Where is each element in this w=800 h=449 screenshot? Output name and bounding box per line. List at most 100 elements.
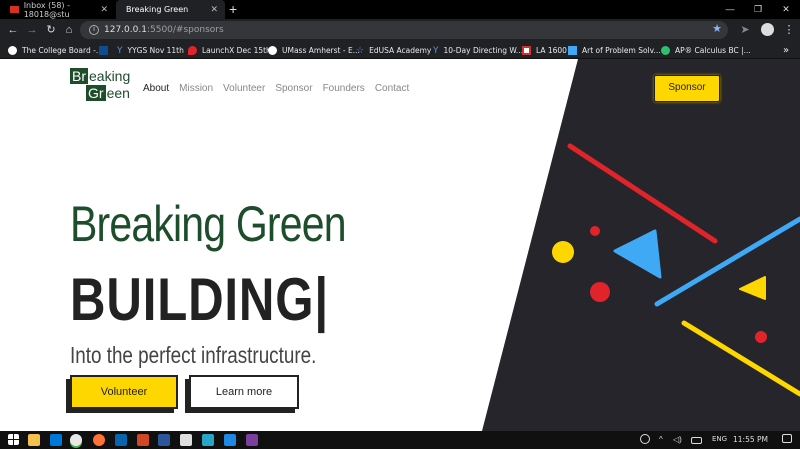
- hero-typed-word: BUILDING|: [70, 266, 329, 333]
- hero-subtitle: Into the perfect infrastructure.: [70, 342, 317, 368]
- file-explorer-icon[interactable]: [28, 434, 40, 446]
- browser-tab-bar: Inbox (58) - 18018@stu ✕ Breaking Green …: [0, 0, 800, 19]
- nav-mission[interactable]: Mission: [179, 83, 213, 94]
- learn-more-button[interactable]: Learn more: [189, 375, 299, 409]
- nav-contact[interactable]: Contact: [375, 83, 409, 94]
- bookmark-label: 10-Day Directing W...: [443, 45, 524, 55]
- gmail-icon: [10, 6, 19, 13]
- bookmark-launchx[interactable]: LaunchX Dec 15th: [188, 41, 271, 59]
- yale-y-icon: Y: [433, 45, 439, 56]
- nav-about[interactable]: About: [143, 83, 169, 94]
- bookmark-label: YYGS Nov 11th: [127, 45, 184, 55]
- back-arrow-icon[interactable]: ←: [5, 22, 21, 38]
- bookmark-edusa[interactable]: ☆ EdUSA Academy: [356, 41, 431, 59]
- chrome-icon[interactable]: [70, 434, 82, 446]
- reload-icon[interactable]: ↻: [43, 22, 59, 38]
- bookmark-college-board[interactable]: The College Board -...: [8, 41, 103, 59]
- home-icon[interactable]: ⌂: [61, 22, 77, 38]
- url-path: :5500/#sponsors: [146, 25, 224, 35]
- umass-icon: [268, 45, 277, 55]
- nav-sponsor[interactable]: Sponsor: [275, 83, 312, 94]
- windows-start-icon[interactable]: [8, 434, 19, 445]
- bookmark-label: EdUSA Academy: [369, 45, 432, 55]
- bookmark-directing[interactable]: Y 10-Day Directing W...: [433, 41, 523, 59]
- red-dot-right: [755, 331, 767, 343]
- restore-icon[interactable]: ❐: [744, 0, 772, 19]
- site-logo[interactable]: Br eaking Gr een: [70, 68, 132, 102]
- nav-founders[interactable]: Founders: [323, 83, 365, 94]
- logo-text: eaking: [89, 68, 131, 84]
- maple-icon[interactable]: [202, 434, 214, 446]
- bookmark-label: UMass Amherst - E...: [282, 45, 360, 55]
- yale-y-icon: Y: [117, 45, 123, 56]
- college-board-icon: [8, 45, 17, 55]
- logo-text: een: [106, 85, 130, 101]
- info-icon[interactable]: i: [89, 25, 99, 35]
- logo-line-2: Gr een: [86, 85, 130, 101]
- minimize-icon[interactable]: —: [716, 0, 744, 19]
- bookmark-label: Art of Problem Solv...: [582, 45, 661, 55]
- small-red-dot: [590, 226, 600, 236]
- send-icon[interactable]: ➤: [737, 22, 753, 38]
- tab-label: Breaking Green: [126, 5, 189, 14]
- photos-icon[interactable]: [180, 434, 192, 446]
- volume-icon[interactable]: ◁): [673, 434, 685, 446]
- bookmark-yygs[interactable]: Y YYGS Nov 11th: [117, 41, 184, 59]
- site-nav: About Mission Volunteer Sponsor Founders…: [143, 83, 409, 94]
- sponsor-button[interactable]: Sponsor: [654, 75, 720, 102]
- chevron-up-icon[interactable]: ^: [659, 434, 671, 446]
- bookmark-label: The College Board -...: [22, 45, 103, 55]
- app-icon[interactable]: [246, 434, 258, 446]
- bookmark-ap-calc[interactable]: AP® Calculus BC |...: [661, 41, 751, 59]
- tab-breaking-green[interactable]: Breaking Green ✕: [116, 0, 225, 19]
- address-bar[interactable]: i 127.0.0.1:5500/#sponsors ★: [80, 21, 728, 39]
- bookmark-la1600[interactable]: LA 1600: [522, 41, 567, 59]
- tab-inbox[interactable]: Inbox (58) - 18018@stu ✕: [0, 0, 115, 19]
- nav-volunteer[interactable]: Volunteer: [223, 83, 265, 94]
- logo-element-box: Gr: [86, 85, 106, 101]
- url-text[interactable]: 127.0.0.1:5500/#sponsors: [104, 25, 224, 35]
- store-icon[interactable]: [50, 434, 62, 446]
- menu-kebab-icon[interactable]: ⋮: [781, 22, 797, 38]
- map-pin-icon: [188, 45, 197, 55]
- la1600-icon: [522, 45, 531, 55]
- bookmark-label: LA 1600: [536, 45, 567, 55]
- yale-icon: [99, 45, 108, 55]
- star-outline-icon: ☆: [356, 45, 365, 56]
- logo-line-1: Br eaking: [70, 68, 130, 84]
- language-indicator[interactable]: ENG: [712, 435, 727, 443]
- battery-icon[interactable]: [691, 437, 702, 444]
- yellow-dot: [552, 241, 574, 263]
- firefox-icon[interactable]: [93, 434, 105, 446]
- notifications-icon[interactable]: [782, 434, 792, 443]
- powerpoint-icon[interactable]: [137, 434, 149, 446]
- bookmarks-overflow-icon[interactable]: »: [783, 41, 789, 59]
- bookmark-umass[interactable]: UMass Amherst - E...: [268, 41, 360, 59]
- url-host: 127.0.0.1: [104, 25, 147, 35]
- outlook-icon[interactable]: [115, 434, 127, 446]
- cube-icon: [568, 45, 577, 55]
- bookmark-yale[interactable]: [99, 41, 113, 59]
- bookmark-aops[interactable]: Art of Problem Solv...: [568, 41, 661, 59]
- bookmarks-bar: The College Board -... Y YYGS Nov 11th La…: [0, 41, 800, 59]
- new-tab-button[interactable]: +: [229, 0, 237, 19]
- bookmark-label: AP® Calculus BC |...: [675, 45, 751, 55]
- volunteer-button[interactable]: Volunteer: [70, 375, 178, 409]
- vscode-icon[interactable]: [224, 434, 236, 446]
- forward-arrow-icon[interactable]: →: [24, 22, 40, 38]
- logo-element-box: Br: [70, 68, 88, 84]
- web-page: Br eaking Gr een About Mission Volunteer S…: [0, 59, 800, 431]
- word-icon[interactable]: [158, 434, 170, 446]
- bookmark-star-icon[interactable]: ★: [712, 22, 722, 35]
- profile-avatar[interactable]: [761, 23, 774, 36]
- ap-icon: [661, 45, 670, 55]
- people-icon[interactable]: [640, 434, 650, 444]
- window-close-icon[interactable]: ✕: [772, 0, 800, 19]
- hero-title: Breaking Green: [70, 196, 347, 252]
- clock[interactable]: 11:55 PM: [733, 435, 768, 444]
- windows-taskbar: ^ ◁) ENG 11:55 PM: [0, 431, 800, 449]
- close-icon[interactable]: ✕: [210, 5, 218, 15]
- close-icon[interactable]: ✕: [100, 5, 108, 15]
- red-dot: [590, 282, 610, 302]
- bookmark-label: LaunchX Dec 15th: [202, 45, 271, 55]
